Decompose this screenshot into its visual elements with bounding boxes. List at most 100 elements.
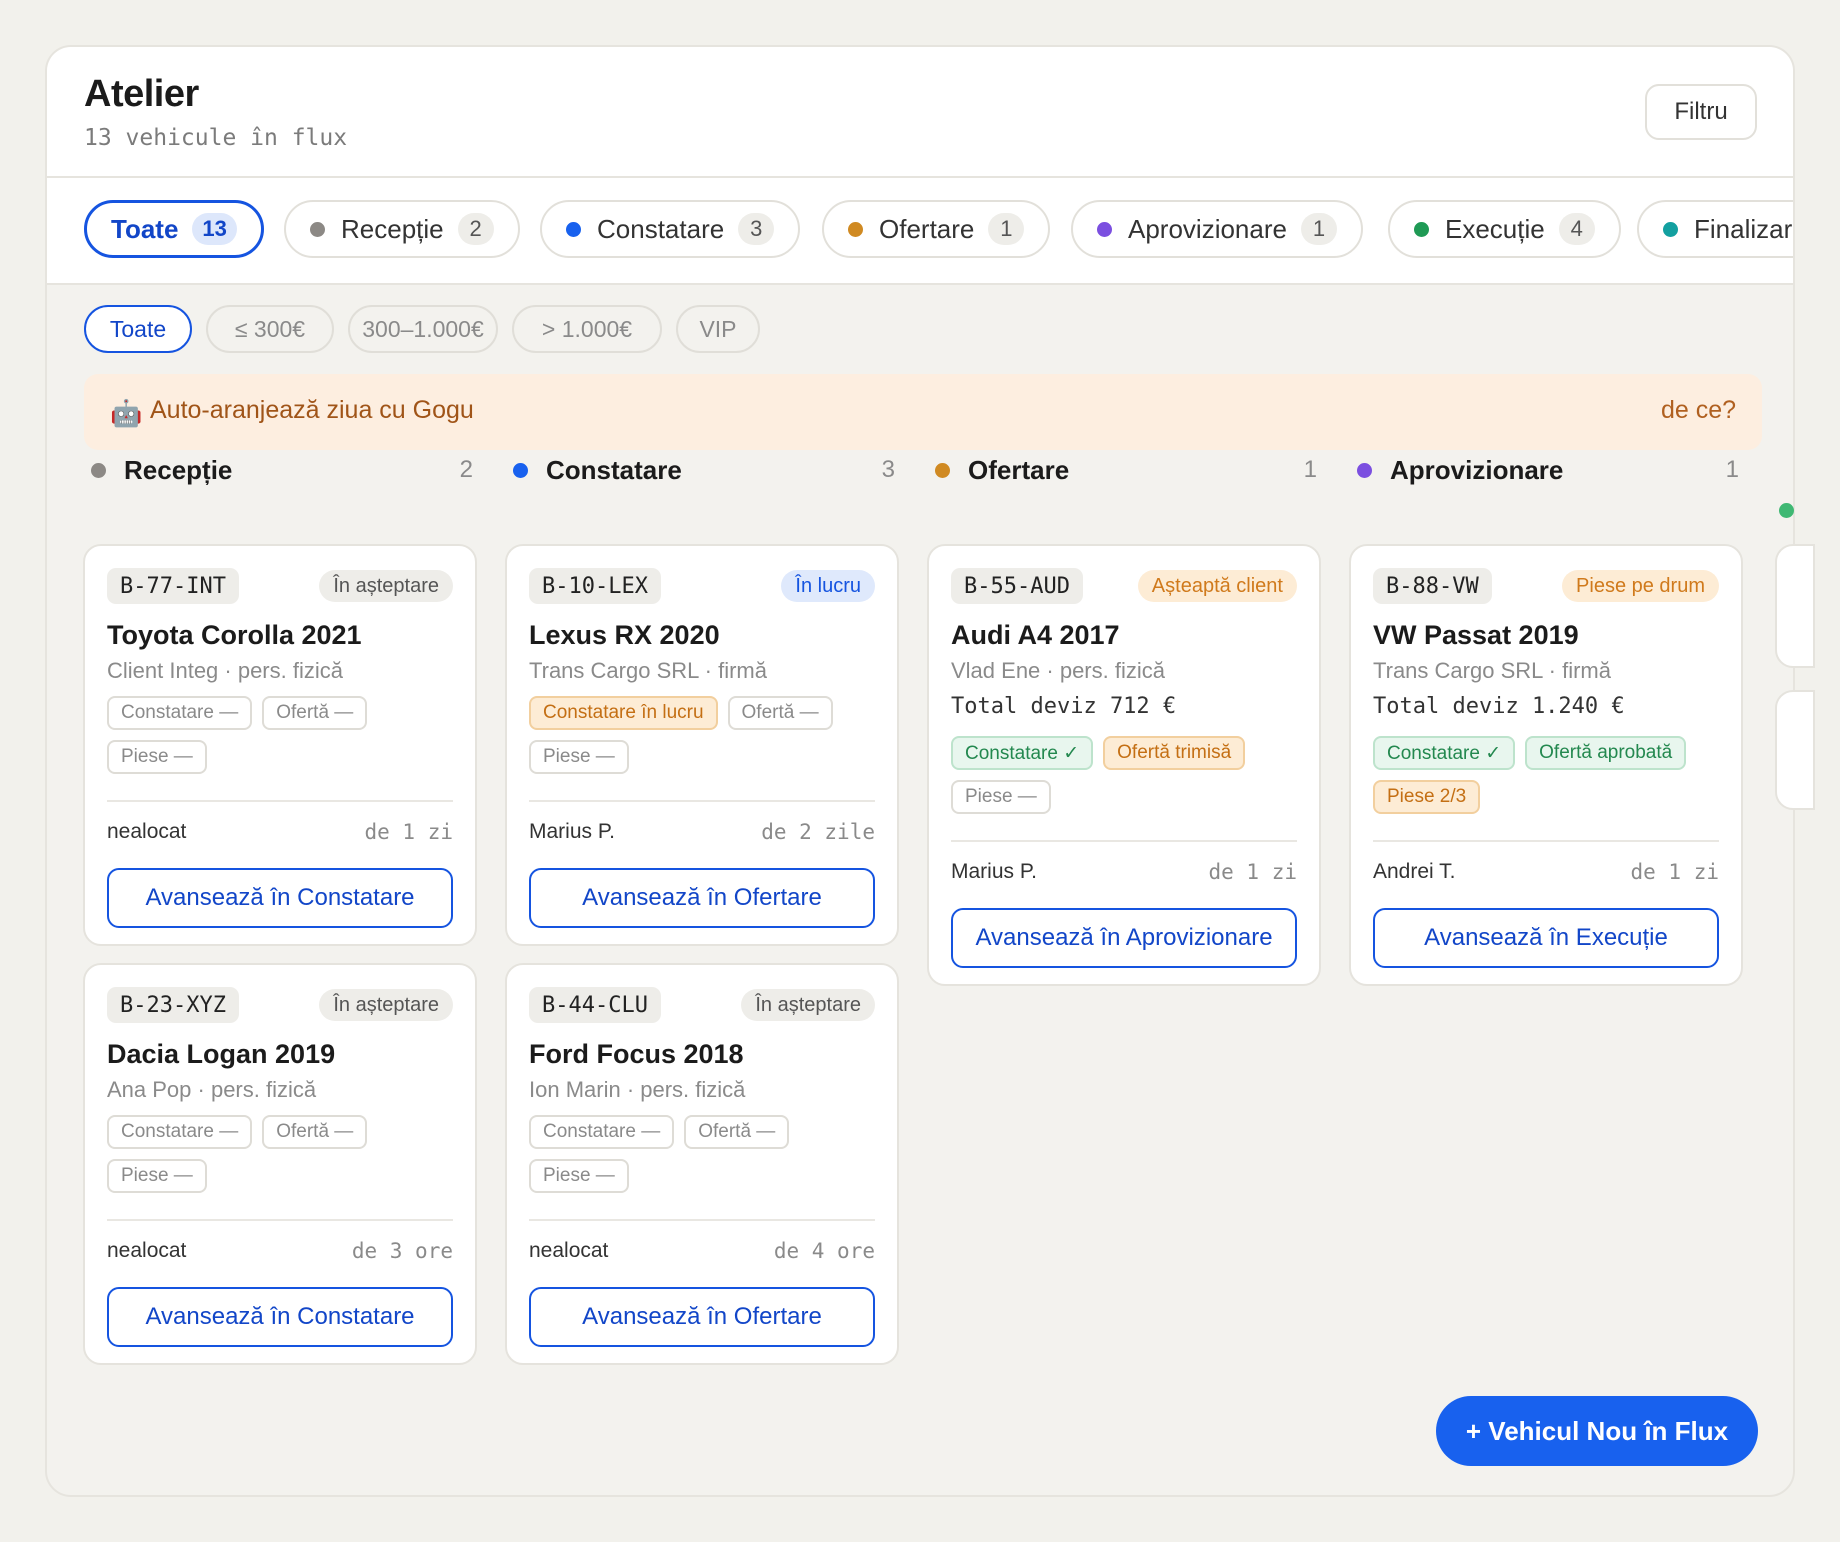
tab-label: Constatare	[597, 213, 725, 244]
advance-button[interactable]: Avansează în Execuție	[1373, 908, 1719, 968]
license-plate: B-44-CLU	[529, 987, 661, 1023]
client-name: Trans Cargo SRL · firmă	[1373, 658, 1611, 683]
status-dot	[1357, 462, 1372, 478]
progress-tag: Ofertă —	[684, 1115, 790, 1149]
assignee: nealocat	[529, 1239, 609, 1262]
card-divider	[107, 1219, 453, 1221]
column-header: Aprovizionare 1	[1349, 450, 1739, 490]
progress-tags: Constatare — Ofertă — Piese —	[529, 1115, 875, 1193]
tab-count-badge: 4	[1558, 213, 1595, 245]
client-name: Ana Pop · pers. fizică	[107, 1077, 317, 1102]
elapsed-time: de 1 zi	[364, 820, 453, 844]
header: Atelier 13 vehicule în flux Filtru	[47, 47, 1793, 178]
add-vehicle-button[interactable]: + Vehicul Nou în Flux	[1436, 1396, 1758, 1466]
progress-tags: Constatare ✓ Ofertă aprobată Piese 2/3	[1373, 736, 1719, 814]
advance-button[interactable]: Avansează în Constatare	[107, 868, 453, 928]
tab-all[interactable]: Toate 13	[84, 200, 264, 258]
stage-tabs: Toate 13 Recepție 2 Constatare 3 Ofertare 1 Apro…	[47, 178, 1793, 285]
vehicle-name: Lexus RX 2020	[529, 620, 720, 650]
progress-tags: Constatare — Ofertă — Piese —	[107, 696, 453, 774]
vehicle-card[interactable]: B-55-AUD Așteaptă client Audi A4 2017 Vlad …	[927, 544, 1321, 986]
progress-tag: Ofertă —	[727, 696, 833, 730]
progress-tag: Piese —	[107, 1159, 207, 1193]
status-dot	[935, 462, 950, 478]
vehicle-card[interactable]: B-44-CLU În așteptare Ford Focus 2018 Ion M…	[505, 963, 899, 1365]
tab-stage[interactable]: Finalizare	[1637, 200, 1793, 258]
tab-stage[interactable]: Aprovizionare 1	[1071, 200, 1363, 258]
price-filter-chip[interactable]: ≤ 300€	[206, 305, 334, 353]
tab-stage[interactable]: Execuție 4	[1388, 200, 1621, 258]
vehicle-name: Audi A4 2017	[951, 620, 1120, 650]
column-count: 1	[1303, 456, 1317, 483]
progress-tag: Constatare —	[107, 1115, 253, 1149]
status-dot	[848, 221, 863, 237]
progress-tag: Piese —	[107, 740, 207, 774]
status-dot	[91, 462, 106, 478]
advance-button[interactable]: Avansează în Aprovizionare	[951, 908, 1297, 968]
vehicle-card[interactable]	[1775, 690, 1815, 810]
advance-button[interactable]: Avansează în Constatare	[107, 1287, 453, 1347]
license-plate: B-88-VW	[1373, 568, 1492, 604]
vehicle-name: VW Passat 2019	[1373, 620, 1579, 650]
elapsed-time: de 1 zi	[1208, 860, 1297, 884]
status-dot	[566, 221, 581, 237]
assignee: Andrei T.	[1373, 860, 1456, 883]
client-name: Trans Cargo SRL · firmă	[529, 658, 767, 683]
progress-tag: Constatare —	[107, 696, 253, 730]
price-filter-chip[interactable]: 300–1.000€	[348, 305, 498, 353]
vehicle-card[interactable]: B-10-LEX În lucru Lexus RX 2020 Trans Cargo…	[505, 544, 899, 946]
status-badge: Așteaptă client	[1137, 570, 1297, 602]
advance-button[interactable]: Avansează în Ofertare	[529, 868, 875, 928]
vehicle-card[interactable]: B-23-XYZ În așteptare Dacia Logan 2019 Ana …	[83, 963, 477, 1365]
progress-tags: Constatare — Ofertă — Piese —	[107, 1115, 453, 1193]
estimate-total: Total deviz 1.240 €	[1373, 694, 1625, 719]
estimate-total: Total deviz 712 €	[951, 694, 1177, 719]
card-divider	[529, 800, 875, 802]
status-dot	[1779, 503, 1794, 518]
elapsed-time: de 2 zile	[761, 820, 875, 844]
progress-tag: Piese 2/3	[1373, 780, 1481, 814]
elapsed-time: de 1 zi	[1630, 860, 1719, 884]
client-name: Ion Marin · pers. fizică	[529, 1077, 746, 1102]
progress-tag: Piese —	[529, 740, 629, 774]
price-filter-chip[interactable]: > 1.000€	[512, 305, 662, 353]
price-filter-chip[interactable]: Toate	[84, 305, 192, 353]
license-plate: B-55-AUD	[951, 568, 1083, 604]
progress-tag: Constatare ✓	[951, 736, 1094, 770]
vehicle-card[interactable]: B-88-VW Piese pe drum VW Passat 2019 Trans …	[1349, 544, 1743, 986]
assignee: Marius P.	[529, 820, 615, 843]
tab-count-badge: 13	[192, 213, 237, 245]
page-subtitle: 13 vehicule în flux	[84, 125, 348, 151]
tab-count-badge: 1	[988, 213, 1025, 245]
vehicle-card[interactable]	[1775, 544, 1815, 668]
tab-stage[interactable]: Recepție 2	[284, 200, 520, 258]
column-count: 3	[881, 456, 895, 483]
tab-stage[interactable]: Constatare 3	[540, 200, 801, 258]
progress-tag: Constatare ✓	[1373, 736, 1516, 770]
auto-arrange-banner[interactable]: 🤖 Auto-aranjează ziua cu Gogu de ce?	[84, 374, 1762, 450]
column-header: Ofertare 1	[927, 450, 1317, 490]
banner-text: Auto-aranjează ziua cu Gogu	[150, 396, 474, 424]
assignee: nealocat	[107, 1239, 187, 1262]
license-plate: B-10-LEX	[529, 568, 661, 604]
tab-label: Toate	[111, 213, 179, 244]
progress-tag: Piese —	[951, 780, 1051, 814]
vehicle-name: Toyota Corolla 2021	[107, 620, 362, 650]
status-badge: În lucru	[781, 570, 875, 602]
filter-button[interactable]: Filtru	[1645, 84, 1757, 140]
why-link[interactable]: de ce?	[1661, 396, 1736, 425]
card-divider	[529, 1219, 875, 1221]
advance-button[interactable]: Avansează în Ofertare	[529, 1287, 875, 1347]
tab-label: Ofertare	[879, 213, 975, 244]
price-filter-chip[interactable]: VIP	[676, 305, 760, 353]
tab-count-badge: 2	[457, 213, 494, 245]
client-name: Vlad Ene · pers. fizică	[951, 658, 1165, 683]
tab-stage[interactable]: Ofertare 1	[822, 200, 1051, 258]
progress-tag: Ofertă —	[262, 696, 368, 730]
status-dot	[1414, 221, 1429, 237]
tab-label: Aprovizionare	[1128, 213, 1287, 244]
column-count: 2	[459, 456, 473, 483]
column-title: Aprovizionare	[1390, 454, 1564, 485]
vehicle-card[interactable]: B-77-INT În așteptare Toyota Corolla 2021 C…	[83, 544, 477, 946]
column-count: 1	[1725, 456, 1739, 483]
